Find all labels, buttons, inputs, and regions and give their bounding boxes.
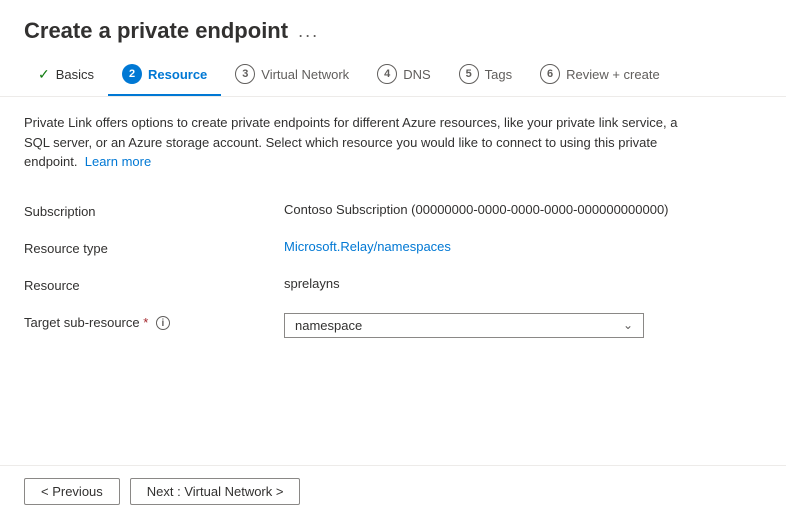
tab-review-label: Review + create [566,67,660,82]
page-title: Create a private endpoint [24,18,288,44]
tab-review-circle: 6 [540,64,560,84]
tab-resource-label: Resource [148,67,207,82]
tab-resource[interactable]: 2 Resource [108,54,221,96]
resource-type-label: Resource type [24,239,284,256]
footer: < Previous Next : Virtual Network > [0,465,786,517]
target-sub-resource-value: namespace ⌄ [284,313,762,338]
header: Create a private endpoint ... [0,0,786,54]
resource-type-row: Resource type Microsoft.Relay/namespaces [24,229,762,266]
resource-label: Resource [24,276,284,293]
page-container: Create a private endpoint ... ✓ Basics 2… [0,0,786,517]
tab-vnet-circle: 3 [235,64,255,84]
tab-dns[interactable]: 4 DNS [363,54,444,96]
tab-resource-circle: 2 [122,64,142,84]
content-area: Private Link offers options to create pr… [0,97,786,465]
check-icon-basics: ✓ [38,66,50,83]
required-indicator: * [143,315,148,330]
previous-button[interactable]: < Previous [24,478,120,505]
resource-form: Subscription Contoso Subscription (00000… [24,192,762,348]
tab-dns-label: DNS [403,67,430,82]
tab-basics[interactable]: ✓ Basics [24,56,108,95]
target-sub-resource-dropdown[interactable]: namespace ⌄ [284,313,644,338]
chevron-down-icon: ⌄ [623,318,633,332]
tab-review-create[interactable]: 6 Review + create [526,54,674,96]
target-sub-resource-row: Target sub-resource * i namespace ⌄ [24,303,762,348]
info-icon-target[interactable]: i [156,316,170,330]
tab-tags-circle: 5 [459,64,479,84]
tab-tags[interactable]: 5 Tags [445,54,526,96]
target-sub-resource-label: Target sub-resource * i [24,313,284,331]
resource-type-value[interactable]: Microsoft.Relay/namespaces [284,239,762,254]
learn-more-link[interactable]: Learn more [85,154,151,169]
next-button[interactable]: Next : Virtual Network > [130,478,301,505]
resource-value: sprelayns [284,276,762,291]
resource-row: Resource sprelayns [24,266,762,303]
subscription-row: Subscription Contoso Subscription (00000… [24,192,762,229]
more-options-icon[interactable]: ... [298,21,319,42]
tab-virtual-network[interactable]: 3 Virtual Network [221,54,363,96]
dropdown-selected-text: namespace [295,318,362,333]
tab-tags-label: Tags [485,67,512,82]
description-text: Private Link offers options to create pr… [24,113,704,172]
subscription-label: Subscription [24,202,284,219]
tab-vnet-label: Virtual Network [261,67,349,82]
tab-basics-label: Basics [56,67,94,82]
wizard-tabs: ✓ Basics 2 Resource 3 Virtual Network 4 … [0,54,786,97]
subscription-value: Contoso Subscription (00000000-0000-0000… [284,202,762,217]
tab-dns-circle: 4 [377,64,397,84]
